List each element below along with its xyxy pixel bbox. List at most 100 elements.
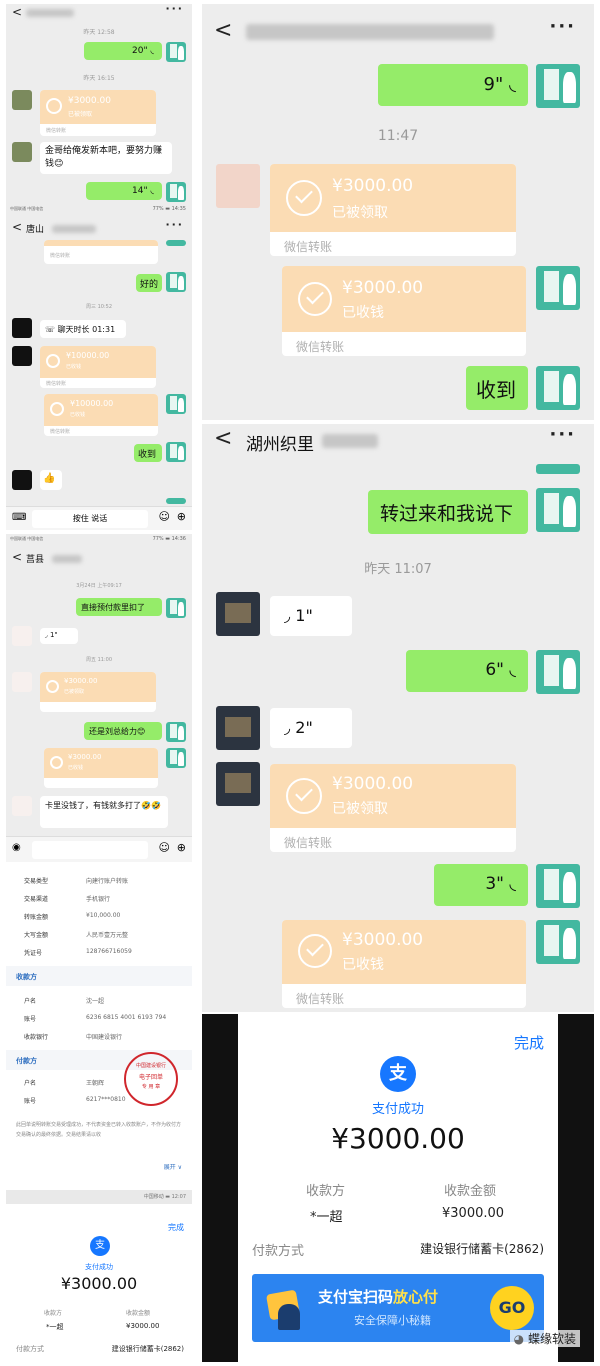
- avatar: [536, 464, 580, 474]
- alipay-logo-icon: 支: [380, 1056, 416, 1092]
- clock-text: 77% ▬ 14:35: [152, 206, 186, 212]
- transfer-amount: ¥10000.00: [66, 351, 110, 360]
- field-value: ¥10,000.00: [86, 912, 121, 919]
- voice-duration: 1": [295, 606, 313, 625]
- voice-message[interactable]: 6" ◟: [406, 650, 528, 692]
- voice-message[interactable]: 14" ◟: [86, 182, 162, 200]
- emoji-message[interactable]: 👍: [40, 470, 62, 490]
- field-value: 人民币壹万元整: [86, 932, 129, 939]
- text-message[interactable]: 收到: [466, 366, 528, 410]
- transfer-card[interactable]: 微信转账: [44, 240, 158, 264]
- press-to-talk-button[interactable]: 按住 说话: [32, 510, 148, 528]
- payer-section-title: 付款方: [16, 1057, 37, 1065]
- avatar: [536, 650, 580, 694]
- avatar: [216, 592, 260, 636]
- more-icon[interactable]: ···: [549, 424, 576, 445]
- transfer-status: 已收钱: [342, 957, 384, 973]
- chat-header: < 莒县: [6, 548, 192, 568]
- voice-message[interactable]: 3" ◟: [434, 864, 528, 906]
- payment-method-label: 付款方式: [16, 1345, 44, 1353]
- alipay-result-small: 中国移动 ▬ 12:07 完成 支 支付成功 ¥3000.00 收款方 收款金额…: [6, 1190, 192, 1362]
- avatar: [536, 366, 580, 410]
- more-icon[interactable]: ···: [165, 218, 184, 231]
- avatar: [166, 498, 186, 504]
- banner-go-button[interactable]: GO: [490, 1286, 534, 1330]
- transfer-card[interactable]: ¥3000.00 已被领取: [40, 672, 156, 712]
- done-button[interactable]: 完成: [168, 1222, 184, 1233]
- transfer-card[interactable]: ¥3000.00 已收钱: [44, 748, 158, 788]
- text-message[interactable]: 金哥给俺发新本吧，要努力赚钱😊: [40, 142, 172, 174]
- press-to-talk-label: 按住 说话: [72, 514, 108, 523]
- check-circle-icon: [46, 354, 60, 368]
- avatar: [536, 266, 580, 310]
- emoji-icon[interactable]: ☺: [159, 841, 170, 854]
- avatar: [166, 240, 186, 246]
- transfer-status: 已收钱: [342, 305, 384, 321]
- transfer-card[interactable]: ¥3000.00 已被领取 微信转账: [40, 90, 156, 136]
- call-message[interactable]: ☏ 聊天时长 01:31: [40, 320, 126, 338]
- field-value: 王朝辉: [86, 1080, 105, 1087]
- payee-section-title: 收款方: [16, 973, 37, 981]
- watermark-text: 蝶缘软装: [527, 1332, 576, 1346]
- voice-toggle-icon[interactable]: ◉: [12, 842, 21, 853]
- transfer-card[interactable]: ¥3000.00 已收钱 微信转账: [282, 266, 526, 356]
- alipay-result-large-frame: 完成 支 支付成功 ¥3000.00 收款方 收款金额 *一超 ¥3000.00…: [202, 1014, 594, 1362]
- voice-duration: 9": [483, 74, 504, 95]
- voice-message[interactable]: ◞ 2": [270, 708, 352, 748]
- voice-message[interactable]: 20" ◟: [84, 42, 162, 60]
- more-icon[interactable]: ···: [165, 4, 184, 15]
- avatar: [12, 142, 32, 162]
- chat-screenshot-3: 中国联通 中国电信 77% ▬ 14:36 < 莒县 3月24日 上午09:17…: [6, 534, 192, 862]
- text-message[interactable]: 还是刘总给力😊: [84, 722, 162, 740]
- voice-message[interactable]: ◞ 1": [40, 628, 78, 644]
- more-icon[interactable]: ···: [549, 16, 576, 37]
- text-message[interactable]: 直接预付款里扣了: [76, 598, 162, 616]
- chat-header: < ···: [6, 4, 192, 22]
- transfer-amount: ¥3000.00: [68, 753, 102, 761]
- transfer-card[interactable]: ¥3000.00 已被领取 微信转账: [270, 764, 516, 852]
- text-input[interactable]: [32, 841, 148, 859]
- voice-wave-icon: ◟: [150, 46, 155, 56]
- back-icon[interactable]: <: [214, 426, 232, 451]
- back-icon[interactable]: <: [12, 220, 22, 234]
- text-message[interactable]: 好的: [136, 274, 162, 292]
- transfer-card[interactable]: ¥10000.00 已收钱 微信转账: [40, 346, 156, 388]
- transfer-card[interactable]: ¥3000.00 已收钱 微信转账: [282, 920, 526, 1008]
- back-icon[interactable]: <: [12, 5, 22, 19]
- bank-receipt: 交易类型 向建行账户转账 交易渠道 手机银行 转账金额 ¥10,000.00 大写金额…: [6, 866, 192, 1182]
- voice-message[interactable]: ◞ 1": [270, 596, 352, 636]
- transfer-card[interactable]: ¥10000.00 已收钱 微信转账: [44, 394, 158, 436]
- field-value: 沈一超: [86, 998, 105, 1005]
- text-message[interactable]: 收到: [134, 444, 162, 462]
- avatar: [536, 864, 580, 908]
- avatar: [12, 318, 32, 338]
- emoji-icon[interactable]: ☺: [159, 510, 170, 523]
- text-message[interactable]: 卡里没钱了，有钱就多打了🤣🤣: [40, 796, 168, 828]
- back-icon[interactable]: <: [12, 550, 22, 564]
- field-label: 大写金额: [24, 932, 49, 939]
- transfer-amount: ¥3000.00: [342, 278, 424, 298]
- text-message[interactable]: 转过来和我说下: [368, 490, 528, 534]
- back-icon[interactable]: <: [214, 18, 232, 43]
- timestamp: 11:47: [377, 128, 419, 144]
- stamp-text-bot: 专 用 章: [141, 1084, 161, 1090]
- input-bar: ◉ ☺ ⊕: [6, 836, 192, 862]
- done-button[interactable]: 完成: [514, 1032, 544, 1053]
- avatar: [536, 488, 580, 532]
- chat-header: < 湖州织里 ···: [202, 424, 594, 460]
- plus-icon[interactable]: ⊕: [177, 510, 186, 523]
- paid-amount: ¥3000.00: [331, 1122, 465, 1155]
- transfer-card[interactable]: ¥3000.00 已被领取 微信转账: [270, 164, 516, 256]
- carrier-text: 中国联通 中国电信: [10, 536, 44, 541]
- transfer-amount: ¥3000.00: [64, 677, 98, 685]
- avatar: [536, 920, 580, 964]
- plus-icon[interactable]: ⊕: [177, 841, 186, 854]
- voice-toggle-icon[interactable]: ⌨: [12, 512, 26, 523]
- promo-banner[interactable]: 支付宝扫码放心付 安全保障小秘籍 GO: [252, 1274, 544, 1342]
- field-value: 向建行账户转账: [86, 878, 129, 885]
- voice-message[interactable]: 9" ◟: [378, 64, 528, 106]
- avatar: [536, 64, 580, 108]
- expand-link[interactable]: 展开 ∨: [164, 1162, 182, 1171]
- voice-duration: 6": [485, 660, 504, 680]
- alipay-logo-glyph: 支: [95, 1240, 105, 1251]
